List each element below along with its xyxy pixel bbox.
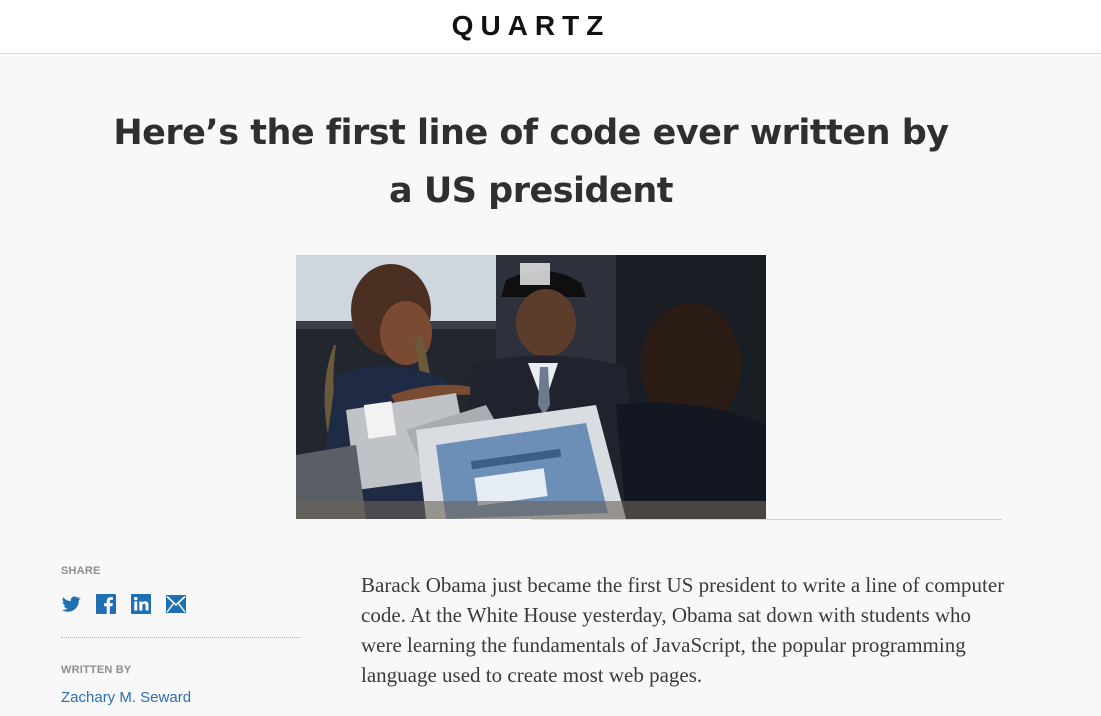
facebook-icon[interactable] (96, 594, 116, 614)
article-hero-image (296, 255, 766, 519)
twitter-icon[interactable] (61, 594, 81, 614)
author-link[interactable]: Zachary M. Seward (61, 689, 191, 706)
linkedin-icon[interactable] (131, 594, 151, 614)
top-bar: QUARTZ (0, 0, 1101, 54)
caption-divider (531, 519, 1002, 520)
sidebar-divider (61, 637, 301, 638)
article-body-paragraph: Barack Obama just became the first US pr… (361, 573, 1005, 687)
hero-photo-illustration (296, 255, 766, 519)
article-headline: Here’s the first line of code ever writt… (113, 113, 949, 211)
site-logo[interactable]: QUARTZ (0, 10, 1062, 42)
email-icon[interactable] (166, 594, 186, 614)
written-by-label: WRITTEN BY (61, 664, 132, 676)
share-label: SHARE (61, 565, 101, 577)
